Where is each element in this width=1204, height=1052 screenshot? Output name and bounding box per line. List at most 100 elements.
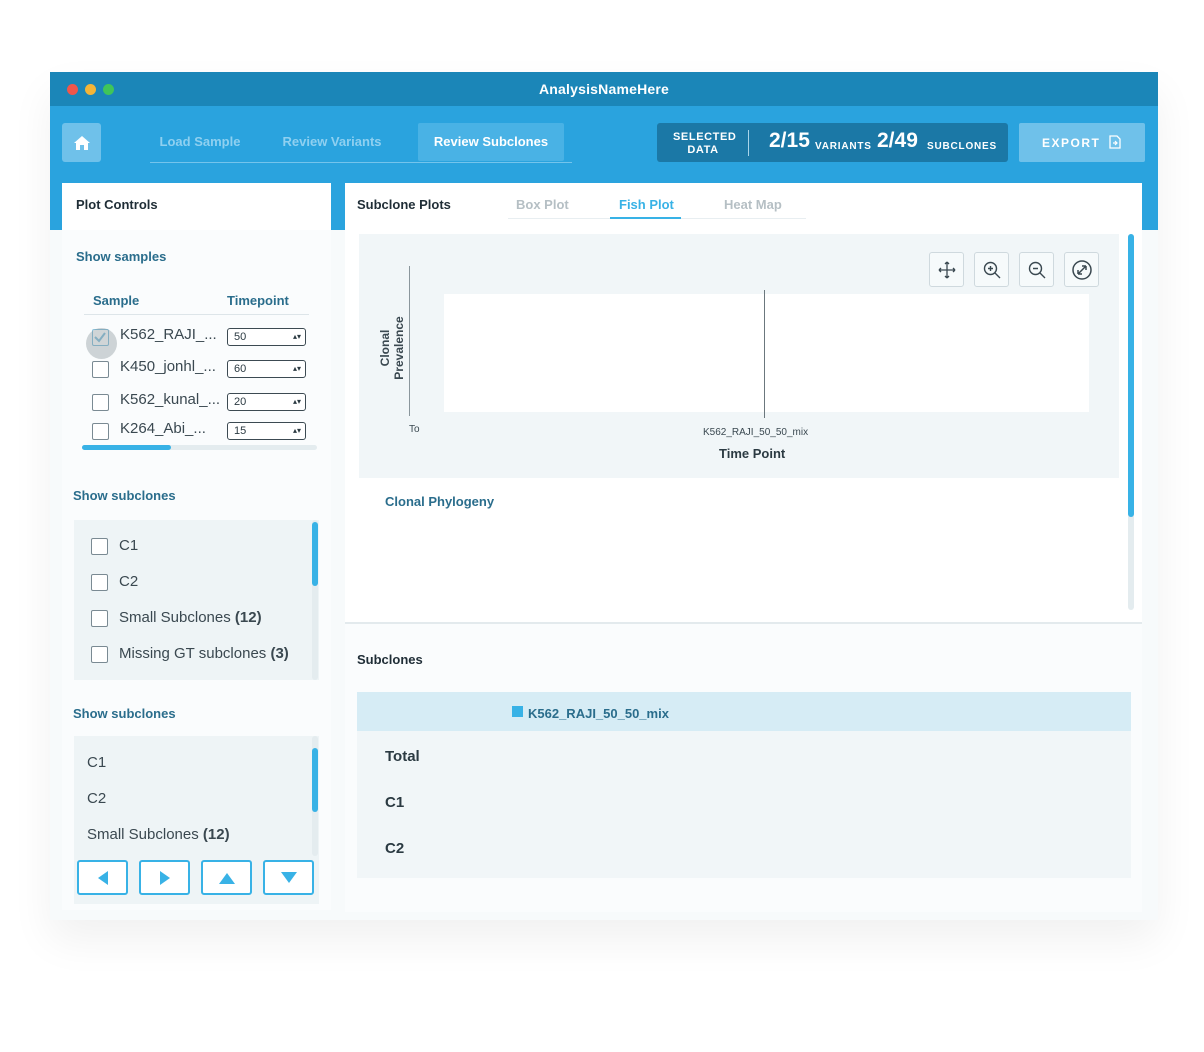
pan-icon xyxy=(938,261,955,278)
subclone-plots-header: Subclone Plots Box Plot Fish Plot Heat M… xyxy=(345,183,1142,230)
fish-plot-canvas xyxy=(444,294,1089,412)
arrow-left-icon xyxy=(97,870,108,885)
timepoint-select[interactable]: 15 ▴▾ xyxy=(227,422,306,440)
updown-arrow-icon: ▴▾ xyxy=(292,364,301,373)
export-file-icon xyxy=(1109,135,1121,152)
subclone-name: Missing GT subclones (3) xyxy=(119,645,289,662)
ordering-list-scroll-thumb[interactable] xyxy=(312,748,318,812)
subclone-list-name: C1 xyxy=(87,754,107,771)
sample-name: K450_jonhl_... xyxy=(120,358,216,375)
subclone-checkbox-list: C1 C2 Small Subclones (12) Missing GT su… xyxy=(74,520,319,680)
tab-fish-plot[interactable]: Fish Plot xyxy=(619,197,674,212)
variants-count: 2/15 xyxy=(769,129,810,152)
y-axis xyxy=(409,266,410,416)
timepoint-value: 50 xyxy=(234,331,247,343)
subclone-name: C2 xyxy=(119,573,138,590)
move-right-button[interactable] xyxy=(139,860,190,895)
subclone-name-text: Missing GT subclones xyxy=(119,645,267,662)
subclone-list-item[interactable]: Small Subclones (12) xyxy=(87,826,230,843)
zoom-out-button[interactable] xyxy=(1019,252,1054,287)
subclone-list-name: C2 xyxy=(87,790,107,807)
move-left-button[interactable] xyxy=(77,860,128,895)
timepoint-value: 20 xyxy=(234,396,247,408)
tab-review-variants[interactable]: Review Variants xyxy=(275,123,389,161)
window-title: AnalysisNameHere xyxy=(538,81,670,97)
timepoint-select[interactable]: 50 ▴▾ xyxy=(227,328,306,346)
tab-review-subclones[interactable]: Review Subclones xyxy=(418,123,564,161)
x-axis-start-tick: To xyxy=(409,424,420,435)
subclone-checkbox[interactable] xyxy=(91,610,108,627)
subclone-name: C1 xyxy=(119,537,138,554)
show-subclones-label: Show subclones xyxy=(73,488,176,503)
subclone-plots-title: Subclone Plots xyxy=(357,197,451,212)
sample-column-header: Sample xyxy=(93,293,140,308)
subclone-list-scroll-thumb[interactable] xyxy=(312,522,318,586)
subclone-name-text: Small Subclones xyxy=(119,609,231,626)
sample-checkbox[interactable] xyxy=(92,423,109,440)
sample-checkbox[interactable] xyxy=(92,361,109,378)
updown-arrow-icon: ▴▾ xyxy=(292,332,301,341)
pan-button[interactable] xyxy=(929,252,964,287)
table-row: C1 xyxy=(385,794,405,811)
subclone-name-text: C2 xyxy=(119,573,139,590)
subclone-name-text: C1 xyxy=(119,537,139,554)
show-subclones-label-2: Show subclones xyxy=(73,706,176,721)
divider xyxy=(748,130,749,156)
arrow-up-icon xyxy=(218,872,235,884)
home-icon xyxy=(73,135,90,150)
subclone-list-item[interactable]: C1 xyxy=(87,754,106,771)
timepoint-column-header: Timepoint xyxy=(227,293,289,308)
selected-data-summary: SELECTED DATA 2/15 VARIANTS 2/49 SUBCLON… xyxy=(657,123,1008,162)
workflow-tabs: Load Sample Review Variants Review Subcl… xyxy=(150,123,572,163)
move-down-button[interactable] xyxy=(263,860,314,895)
x-axis-tick: K562_RAJI_50_50_mix xyxy=(703,427,809,438)
zoom-in-button[interactable] xyxy=(974,252,1009,287)
sample-row: K450_jonhl_... 60 ▴▾ xyxy=(92,358,312,380)
subclone-list-item[interactable]: C2 xyxy=(87,790,106,807)
arrow-right-icon xyxy=(159,870,170,885)
active-tab-indicator xyxy=(610,217,681,219)
selected-data-label: SELECTED DATA xyxy=(673,131,737,157)
subclone-checkbox[interactable] xyxy=(91,574,108,591)
plot-controls-title: Plot Controls xyxy=(76,197,158,212)
subclone-checkbox[interactable] xyxy=(91,646,108,663)
subclones-table: K562_RAJI_50_50_mix Total C1 C2 xyxy=(357,692,1131,878)
table-row: C2 xyxy=(385,840,405,857)
zoom-out-icon xyxy=(1028,261,1045,278)
variants-unit: VARIANTS xyxy=(815,141,872,152)
move-up-button[interactable] xyxy=(201,860,252,895)
selected-label-line2: DATA xyxy=(687,144,719,156)
home-button[interactable] xyxy=(62,123,101,162)
reset-view-button[interactable] xyxy=(1064,252,1099,287)
sample-name: K264_Abi_... xyxy=(120,420,206,437)
subclones-panel: Subclones K562_RAJI_50_50_mix Total C1 C… xyxy=(345,622,1142,912)
x-axis-label: Time Point xyxy=(719,446,786,461)
subclone-ordering-list: C1 C2 Small Subclones (12) xyxy=(74,736,319,904)
selected-label-line1: SELECTED xyxy=(673,131,737,143)
arrow-down-icon xyxy=(280,871,297,883)
plot-controls-header: Plot Controls xyxy=(62,183,331,230)
tab-box-plot[interactable]: Box Plot xyxy=(516,197,569,212)
updown-arrow-icon: ▴▾ xyxy=(292,426,301,435)
sample-name: K562_RAJI_... xyxy=(120,326,217,343)
table-column-header: K562_RAJI_50_50_mix xyxy=(528,706,669,721)
export-button[interactable]: EXPORT xyxy=(1019,123,1145,162)
timepoint-select[interactable]: 60 ▴▾ xyxy=(227,360,306,378)
show-samples-label: Show samples xyxy=(76,249,167,264)
tab-heat-map[interactable]: Heat Map xyxy=(724,197,782,212)
timepoint-select[interactable]: 20 ▴▾ xyxy=(227,393,306,411)
plots-scroll-thumb[interactable] xyxy=(1128,234,1134,517)
samples-scroll-thumb[interactable] xyxy=(82,445,171,450)
tab-load-sample[interactable]: Load Sample xyxy=(150,123,250,161)
sample-name: K562_kunal_... xyxy=(120,391,221,408)
cursor-indicator xyxy=(86,328,117,359)
zoom-in-icon xyxy=(983,261,1000,278)
title-bar: AnalysisNameHere xyxy=(50,72,1158,106)
updown-arrow-icon: ▴▾ xyxy=(292,397,301,406)
table-header: K562_RAJI_50_50_mix xyxy=(357,692,1131,731)
sample-checkbox[interactable] xyxy=(92,394,109,411)
sample-row: K264_Abi_... 15 ▴▾ xyxy=(92,420,312,442)
sample-color-swatch xyxy=(512,706,523,717)
subclone-checkbox[interactable] xyxy=(91,538,108,555)
sample-row: K562_kunal_... 20 ▴▾ xyxy=(92,391,312,413)
